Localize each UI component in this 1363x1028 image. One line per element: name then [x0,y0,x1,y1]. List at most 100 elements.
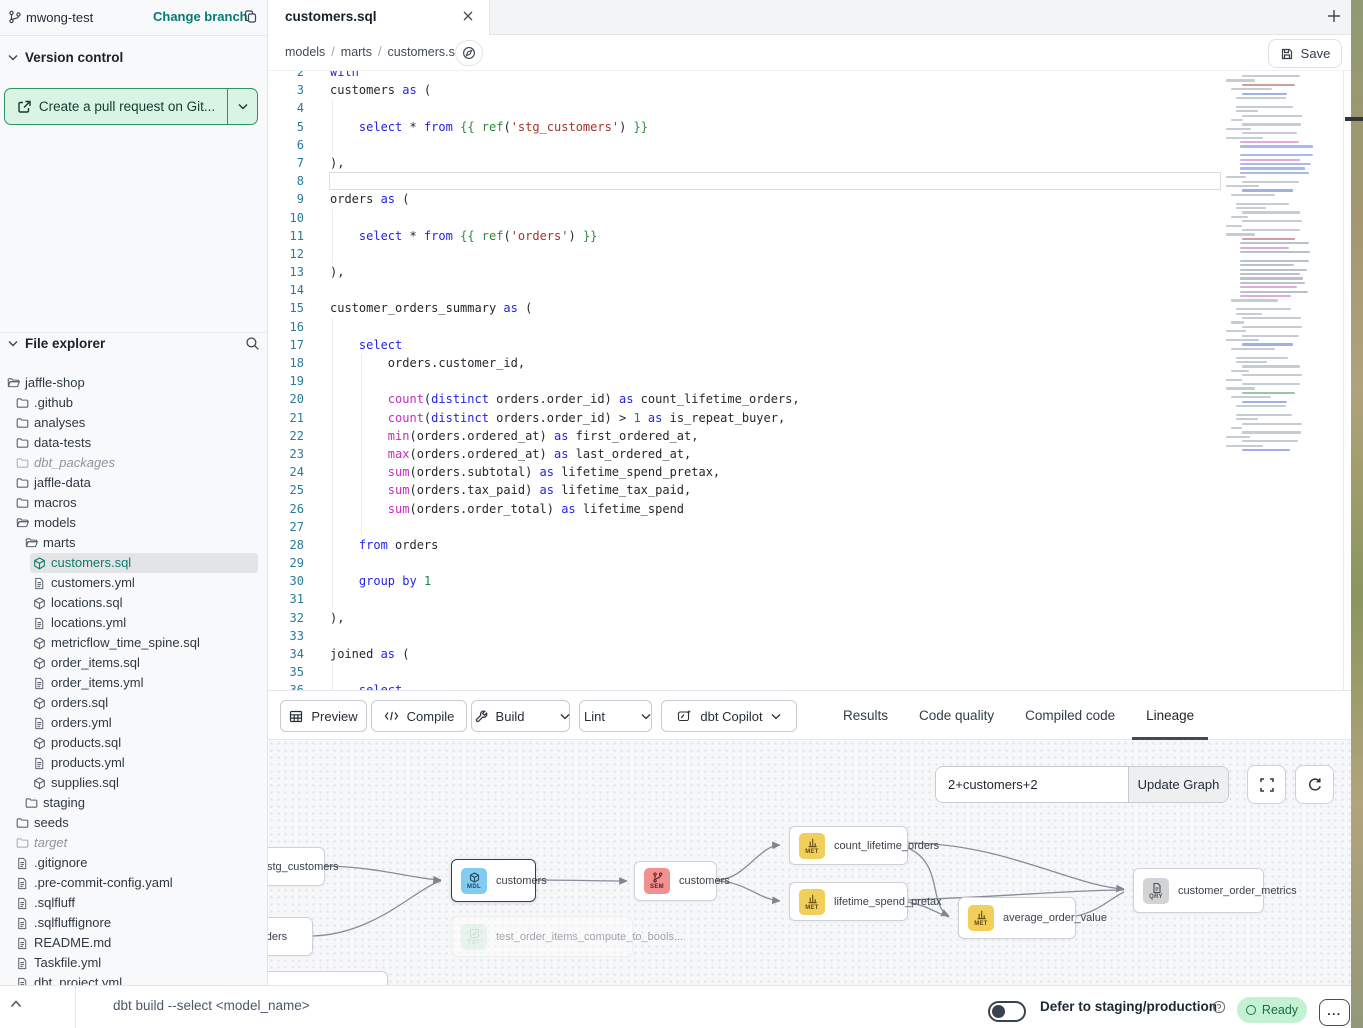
copy-icon[interactable] [243,9,258,24]
file-item-dbt_packages[interactable]: dbt_packages [0,453,268,473]
file-item-marts[interactable]: marts [0,533,268,553]
file-item-staging[interactable]: staging [0,793,268,813]
file-item-analyses[interactable]: analyses [0,413,268,433]
code-editor[interactable]: 2with3customers as (45 select * from {{ … [268,71,1344,690]
change-branch-link[interactable]: Change branch [153,9,248,24]
file-item-.sqlfluff[interactable]: .sqlfluff [0,893,268,913]
update-graph-button[interactable]: Update Graph [1128,767,1228,802]
code-line-35: 35 [268,663,1343,681]
lineage-node-count_lifetime_orders[interactable]: METcount_lifetime_orders [789,826,908,865]
file-label: models [34,515,76,530]
file-item-README.md[interactable]: README.md [0,933,268,953]
refresh-button[interactable] [1295,765,1334,804]
file-item-products.sql[interactable]: products.sql [0,733,268,753]
file-item-orders.yml[interactable]: orders.yml [0,713,268,733]
code-line-12: 12 [268,245,1343,263]
file-label: order_items.yml [51,675,143,690]
mdl-badge-icon: MDL [461,868,487,894]
create-pr-button[interactable]: Create a pull request on Git... [4,88,258,125]
create-pr-dropdown[interactable] [227,89,257,124]
lineage-node-customer_order_metrics[interactable]: QRYcustomer_order_metrics [1133,868,1264,913]
more-options-button[interactable]: ... [1319,999,1350,1026]
file-item-target[interactable]: target [0,833,268,853]
defer-toggle[interactable] [988,1001,1026,1022]
build-button[interactable]: Build [463,701,537,731]
lineage-node-orders[interactable]: MDLorders [268,917,313,956]
lint-dropdown[interactable] [633,701,659,731]
file-item-jaffle-shop[interactable]: jaffle-shop [0,373,268,393]
lineage-node-test_node[interactable]: TSTtest_order_items_compute_to_bools... [451,916,633,957]
file-item-seeds[interactable]: seeds [0,813,268,833]
file-item-customers.yml[interactable]: customers.yml [0,573,268,593]
chevron-up-icon[interactable] [10,1000,22,1008]
file-item-.sqlfluffignore[interactable]: .sqlfluffignore [0,913,268,933]
dbt-copilot-button[interactable]: dbt Copilot [661,700,797,732]
breadcrumb-marts[interactable]: marts [341,45,372,59]
tab-lineage[interactable]: Lineage [1146,691,1194,740]
file-item-.github[interactable]: .github [0,393,268,413]
tab-compiled-code[interactable]: Compiled code [1025,691,1115,740]
file-item-data-tests[interactable]: data-tests [0,433,268,453]
file-label: .sqlfluffignore [34,915,111,930]
preview-button[interactable]: Preview [280,700,367,732]
file-item-orders.sql[interactable]: orders.sql [0,693,268,713]
lineage-node-lifetime_spend_pretax[interactable]: METlifetime_spend_pretax [789,882,908,921]
minimap[interactable] [1226,75,1323,535]
code-line-19: 19 [268,372,1343,390]
status-badge[interactable]: Ready [1237,997,1307,1023]
file-label: products.yml [51,755,125,770]
search-icon[interactable] [245,336,260,351]
folder-icon [16,397,29,409]
lineage-node-stg_customers[interactable]: MDLstg_customers [268,847,325,886]
file-label: analyses [34,415,85,430]
code-line-14: 14 [268,281,1343,299]
folder-icon [16,837,29,849]
editor-scrollbar-mark[interactable] [1345,117,1363,121]
file-item-supplies.sql[interactable]: supplies.sql [0,773,268,793]
file-item-.pre-commit-config.yaml[interactable]: .pre-commit-config.yaml [0,873,268,893]
fullscreen-button[interactable] [1247,765,1286,804]
lineage-node-cut_node[interactable] [268,971,388,985]
save-button[interactable]: Save [1268,39,1342,68]
breadcrumb-models[interactable]: models [285,45,325,59]
tab-code-quality[interactable]: Code quality [919,691,994,740]
file-item-locations.sql[interactable]: locations.sql [0,593,268,613]
file-item-order_items.sql[interactable]: order_items.sql [0,653,268,673]
folder-icon [25,797,38,809]
qry-badge-icon: QRY [1143,878,1169,904]
tab-customers-sql[interactable]: customers.sql [268,0,490,36]
lint-button[interactable]: Lint [572,701,617,731]
file-item-order_items.yml[interactable]: order_items.yml [0,673,268,693]
lineage-node-customers_sem[interactable]: SEMcustomers [634,861,717,901]
file-item-metricflow_time_spine.sql[interactable]: metricflow_time_spine.sql [0,633,268,653]
file-label: staging [43,795,85,810]
close-icon[interactable] [462,10,474,22]
code-line-18: 18 orders.customer_id, [268,354,1343,372]
compile-button[interactable]: Compile [371,700,467,732]
file-item-.gitignore[interactable]: .gitignore [0,853,268,873]
save-icon [1280,47,1294,61]
file-item-Taskfile.yml[interactable]: Taskfile.yml [0,953,268,973]
file-explorer-header[interactable]: File explorer [8,336,260,351]
file-item-locations.yml[interactable]: locations.yml [0,613,268,633]
code-line-2: 2with [268,71,1343,81]
file-item-customers.sql[interactable]: customers.sql [0,553,268,573]
command-input[interactable]: dbt build --select <model_name> [113,998,310,1013]
file-label: locations.sql [51,595,123,610]
tab-results[interactable]: Results [843,691,888,740]
file-item-macros[interactable]: macros [0,493,268,513]
version-control-header[interactable]: Version control [8,50,123,65]
file-item-jaffle-data[interactable]: jaffle-data [0,473,268,493]
file-item-products.yml[interactable]: products.yml [0,753,268,773]
graph-selector-input[interactable] [936,767,1128,802]
lineage-node-customers_mdl[interactable]: MDLcustomers [451,859,536,902]
help-icon[interactable] [1212,1000,1226,1014]
file-item-models[interactable]: models [0,513,268,533]
compass-icon[interactable] [455,40,483,66]
create-pr-main[interactable]: Create a pull request on Git... [5,89,227,124]
code-line-28: 28 from orders [268,536,1343,554]
lineage-canvas[interactable]: MDLstg_customers MDLorders MDLcustomers TST… [268,740,1351,985]
new-tab-button[interactable] [1326,8,1342,24]
breadcrumb-file[interactable]: customers.sql [388,45,465,59]
lineage-node-average_order_value[interactable]: METaverage_order_value [958,897,1076,939]
